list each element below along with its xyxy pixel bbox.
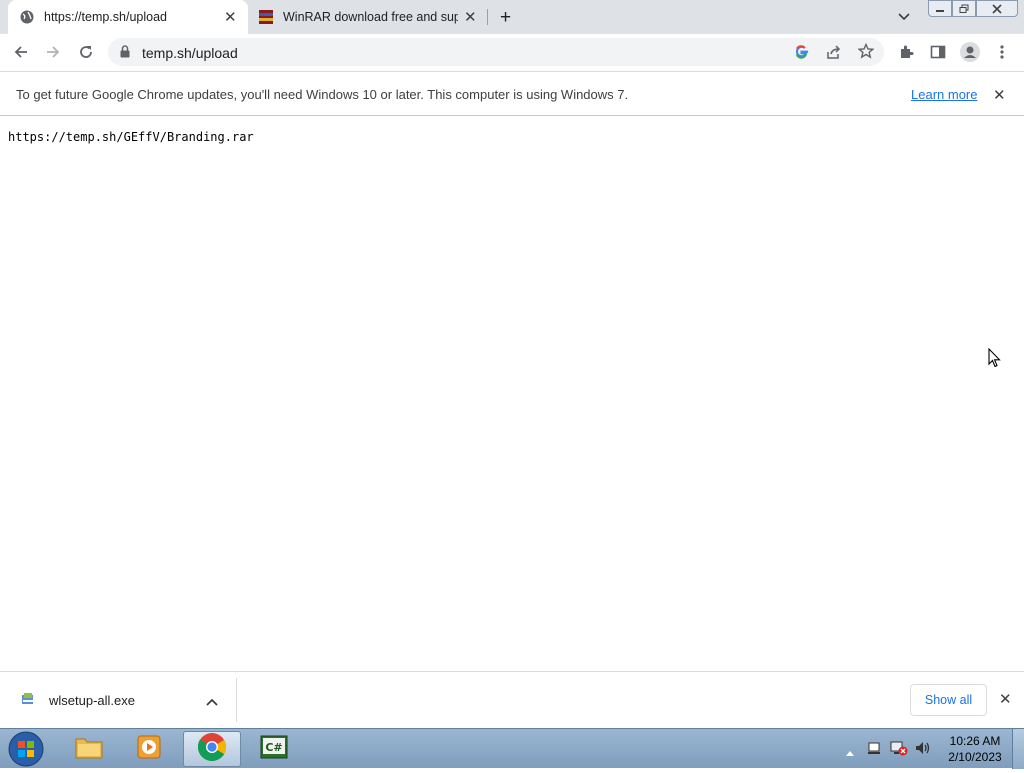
download-separator <box>236 678 237 722</box>
tab-search-icon[interactable] <box>897 9 911 28</box>
url-text: temp.sh/upload <box>142 45 238 61</box>
close-downloads-icon[interactable]: ✕ <box>999 690 1012 708</box>
update-infobar: To get future Google Chrome updates, you… <box>0 71 1024 116</box>
browser-toolbar: temp.sh/upload <box>0 34 1024 71</box>
show-hidden-icons-icon[interactable] <box>845 744 855 762</box>
clock-date: 2/10/2023 <box>948 750 1002 764</box>
minimize-icon[interactable] <box>928 0 952 17</box>
taskbar-media-player[interactable] <box>120 731 178 767</box>
window-controls <box>928 0 1020 18</box>
volume-icon[interactable] <box>914 740 932 761</box>
installer-file-icon <box>20 691 36 712</box>
upload-result-url: https://temp.sh/GEffV/Branding.rar <box>8 130 254 144</box>
mouse-cursor-icon <box>988 347 1001 373</box>
infobar-message: To get future Google Chrome updates, you… <box>16 87 629 102</box>
tab-title: https://temp.sh/upload <box>44 10 167 24</box>
restore-icon[interactable] <box>952 0 976 17</box>
csharp-icon: C# <box>259 734 289 765</box>
close-infobar-icon[interactable]: ✕ <box>993 86 1006 104</box>
reload-icon[interactable] <box>74 40 98 64</box>
taskbar-csharp-ide[interactable]: C# <box>245 731 303 767</box>
download-shelf: wlsetup-all.exe Show all ✕ <box>0 671 1024 728</box>
system-clock[interactable]: 10:26 AM 2/10/2023 <box>940 733 1010 765</box>
tab-winrar[interactable]: WinRAR download free and supp ✕ <box>250 0 486 34</box>
share-icon[interactable] <box>826 44 842 65</box>
media-player-icon <box>135 733 163 766</box>
download-item[interactable]: wlsetup-all.exe <box>0 672 236 729</box>
folder-icon <box>74 734 104 765</box>
action-center-flag-icon[interactable] <box>866 740 882 761</box>
close-tab-icon[interactable]: ✕ <box>464 8 477 26</box>
menu-kebab-icon[interactable] <box>990 40 1014 64</box>
taskbar-explorer[interactable] <box>60 731 118 767</box>
chevron-up-icon[interactable] <box>206 694 218 712</box>
google-icon[interactable] <box>794 44 809 64</box>
page-content: https://temp.sh/GEffV/Branding.rar <box>0 116 1024 671</box>
tab-strip: https://temp.sh/upload ✕ WinRAR download… <box>0 0 1024 34</box>
learn-more-link[interactable]: Learn more <box>911 87 977 102</box>
tab-temp-sh[interactable]: https://temp.sh/upload ✕ <box>8 0 248 34</box>
bookmark-star-icon[interactable] <box>857 42 875 64</box>
windows-taskbar: C# 10:26 AM 2/10/2023 <box>0 728 1024 769</box>
address-bar[interactable]: temp.sh/upload <box>108 38 884 66</box>
show-desktop-button[interactable] <box>1012 729 1024 769</box>
network-error-icon[interactable] <box>890 740 908 761</box>
close-tab-icon[interactable]: ✕ <box>224 8 237 26</box>
tab-title: WinRAR download free and supp <box>283 10 458 24</box>
show-all-button[interactable]: Show all <box>910 684 987 716</box>
start-button-icon[interactable] <box>7 730 45 773</box>
back-icon[interactable] <box>9 40 33 64</box>
globe-icon <box>20 10 34 27</box>
side-panel-icon[interactable] <box>926 40 950 64</box>
chrome-icon <box>197 732 227 767</box>
svg-text:C#: C# <box>265 741 282 754</box>
lock-icon <box>120 45 130 63</box>
clock-time: 10:26 AM <box>949 734 1001 748</box>
tab-separator <box>487 9 488 25</box>
forward-icon[interactable] <box>41 40 65 64</box>
extensions-icon[interactable] <box>894 40 918 64</box>
winrar-icon <box>258 9 274 28</box>
profile-avatar-icon[interactable] <box>958 40 982 64</box>
taskbar-chrome[interactable] <box>183 731 241 767</box>
download-filename: wlsetup-all.exe <box>49 693 135 708</box>
new-tab-icon[interactable]: + <box>500 7 511 29</box>
window-close-icon[interactable] <box>976 0 1018 17</box>
